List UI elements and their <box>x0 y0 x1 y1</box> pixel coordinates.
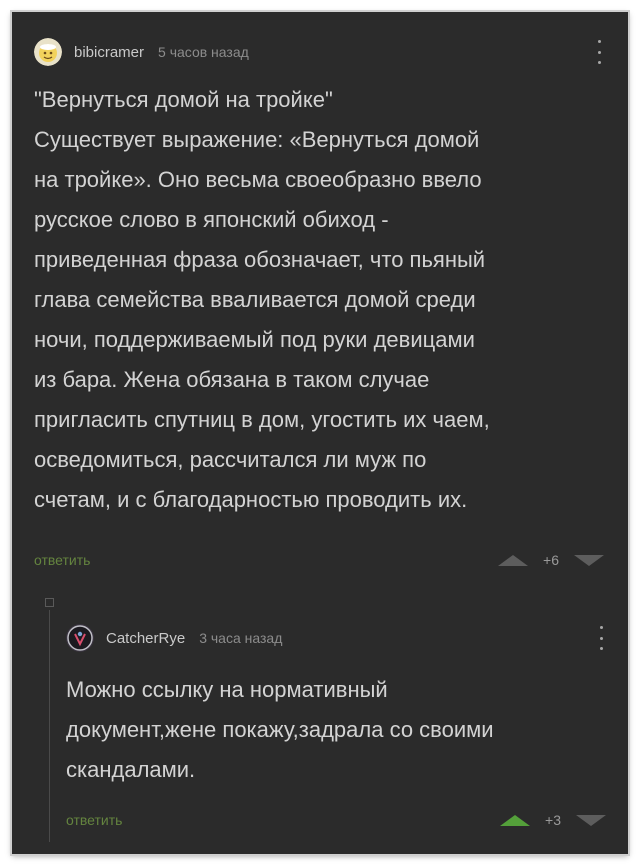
comment-header: CatcherRye 3 часа назад <box>66 624 606 652</box>
vote-control: +6 <box>498 552 604 568</box>
reply-button[interactable]: ответить <box>66 812 122 828</box>
collapse-thread-button[interactable] <box>45 598 54 607</box>
comment: bibicramer 5 часов назад "Вернуться домо… <box>34 38 604 568</box>
upvote-icon[interactable] <box>500 814 530 826</box>
avatar[interactable] <box>34 38 62 66</box>
comment-text: Можно ссылку на нормативный документ,жен… <box>66 677 494 782</box>
more-options-icon[interactable] <box>594 40 604 64</box>
user-avatar-icon <box>34 38 62 66</box>
vote-control: +3 <box>500 812 606 828</box>
timestamp: 5 часов назад <box>158 44 249 60</box>
timestamp: 3 часа назад <box>199 630 283 646</box>
downvote-icon[interactable] <box>574 554 604 566</box>
comment-actions: ответить +3 <box>66 812 606 828</box>
comments-panel: bibicramer 5 часов назад "Вернуться домо… <box>12 12 628 854</box>
comment-text: "Вернуться домой на тройке" Существует в… <box>34 87 490 512</box>
reply-button[interactable]: ответить <box>34 552 90 568</box>
downvote-icon[interactable] <box>576 814 606 826</box>
comment-score: +6 <box>543 552 559 568</box>
comment: CatcherRye 3 часа назад Можно ссылку на … <box>66 624 606 828</box>
comment-actions: ответить +6 <box>34 552 604 568</box>
username[interactable]: CatcherRye <box>106 630 185 647</box>
username[interactable]: bibicramer <box>74 44 144 61</box>
thread-line[interactable] <box>49 610 50 842</box>
comment-header: bibicramer 5 часов назад <box>34 38 604 66</box>
comment-score: +3 <box>545 812 561 828</box>
upvote-icon[interactable] <box>498 554 528 566</box>
avatar[interactable] <box>66 624 94 652</box>
more-options-icon[interactable] <box>596 626 606 650</box>
user-avatar-icon <box>66 624 94 652</box>
